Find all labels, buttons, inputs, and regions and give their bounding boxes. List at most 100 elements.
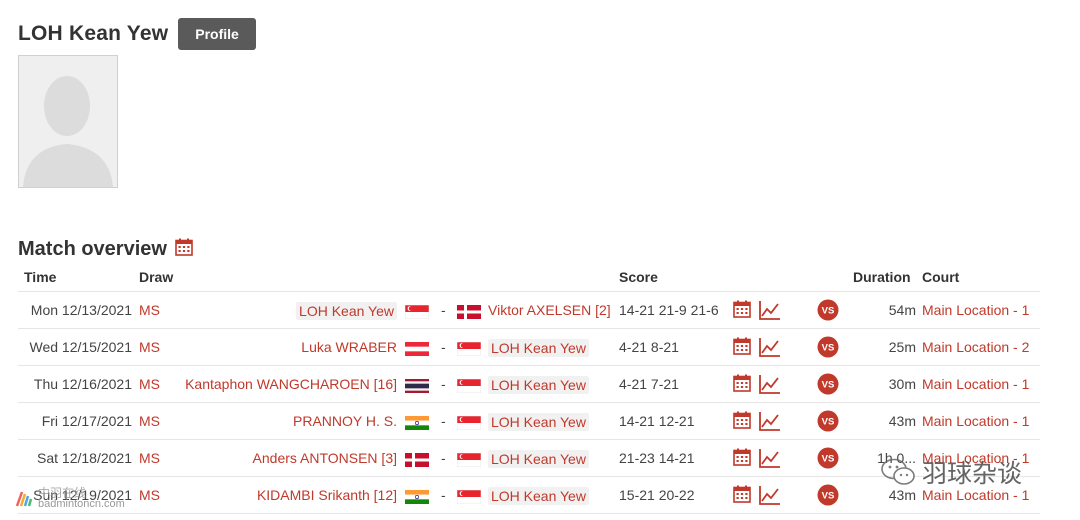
player1-link[interactable]: Anders ANTONSEN [3] [253, 450, 397, 466]
head-to-head-vs-icon[interactable]: VS [817, 447, 839, 472]
court-link[interactable]: Main Location - 2 [922, 339, 1029, 355]
calendar-icon[interactable] [733, 485, 751, 506]
table-row: Thu 12/16/2021 MS Kantaphon WANGCHAROEN [1… [18, 366, 1040, 403]
draw-link[interactable]: MS [139, 450, 160, 466]
player1-flag-icon [405, 305, 429, 319]
svg-text:VS: VS [822, 380, 835, 391]
head-to-head-vs-icon[interactable]: VS [817, 299, 839, 324]
stats-chart-icon[interactable] [759, 485, 781, 508]
player2-link[interactable]: LOH Kean Yew [488, 339, 589, 357]
match-score: 21-23 14-21 [619, 450, 695, 466]
draw-link[interactable]: MS [139, 487, 160, 503]
match-time: Thu 12/16/2021 [33, 376, 132, 392]
table-row: Fri 12/17/2021 MS PRANNOY H. S. - LOH Kean Y… [18, 403, 1040, 440]
player2-flag-icon [457, 342, 481, 356]
court-link[interactable]: Main Location - 1 [922, 302, 1029, 318]
svg-text:VS: VS [822, 491, 835, 502]
calendar-icon[interactable] [733, 374, 751, 395]
wechat-icon [881, 458, 915, 485]
versus-dash: - [441, 450, 446, 466]
match-score: 4-21 7-21 [619, 376, 679, 392]
svg-text:VS: VS [822, 417, 835, 428]
player1-link[interactable]: PRANNOY H. S. [293, 413, 397, 429]
player2-link[interactable]: LOH Kean Yew [488, 413, 589, 431]
match-time: Mon 12/13/2021 [30, 302, 132, 318]
match-duration: 54m [888, 302, 916, 318]
calendar-icon[interactable] [733, 411, 751, 432]
player1-flag-icon [405, 490, 429, 504]
profile-button[interactable]: Profile [178, 18, 256, 50]
match-overview-heading: Match overview [18, 236, 193, 262]
player1-flag-icon [405, 416, 429, 430]
player2-flag-icon [457, 379, 481, 393]
match-time: Fri 12/17/2021 [41, 413, 132, 429]
player1-link[interactable]: Kantaphon WANGCHAROEN [16] [185, 376, 397, 392]
stats-chart-icon[interactable] [759, 337, 781, 360]
stats-chart-icon[interactable] [759, 374, 781, 397]
head-to-head-vs-icon[interactable]: VS [817, 336, 839, 361]
player2-link[interactable]: LOH Kean Yew [488, 450, 589, 468]
versus-dash: - [441, 302, 446, 318]
svg-text:VS: VS [822, 306, 835, 317]
player2-link[interactable]: Viktor AXELSEN [2] [488, 302, 611, 318]
match-time: Sat 12/18/2021 [37, 450, 132, 466]
calendar-icon[interactable] [175, 238, 193, 261]
player1-link[interactable]: LOH Kean Yew [296, 302, 397, 320]
player2-flag-icon [457, 453, 481, 467]
head-to-head-vs-icon[interactable]: VS [817, 373, 839, 398]
player1-link[interactable]: Luka WRABER [301, 339, 397, 355]
court-link[interactable]: Main Location - 1 [922, 413, 1029, 429]
site-logo-icon [15, 491, 33, 507]
header-time: Time [24, 269, 57, 285]
match-score: 14-21 12-21 [619, 413, 695, 429]
match-duration: 43m [888, 413, 916, 429]
header-court: Court [922, 269, 960, 285]
versus-dash: - [441, 339, 446, 355]
avatar-silhouette-icon [19, 56, 117, 187]
match-score: 15-21 20-22 [619, 487, 695, 503]
calendar-icon[interactable] [733, 448, 751, 469]
player2-link[interactable]: LOH Kean Yew [488, 376, 589, 394]
watermark-left: 中羽在线 badmintoncn.com [14, 487, 125, 510]
watermark-left-text: 中羽在线 badmintoncn.com [38, 487, 125, 510]
player-name: LOH Kean Yew [18, 22, 169, 45]
table-row: Mon 12/13/2021 MS LOH Kean Yew - Viktor AXEL… [18, 292, 1040, 329]
watermark-text: 羽球杂谈 [922, 460, 1023, 488]
svg-text:VS: VS [822, 454, 835, 465]
draw-link[interactable]: MS [139, 413, 160, 429]
player2-flag-icon [457, 416, 481, 430]
player1-flag-icon [405, 379, 429, 393]
court-link[interactable]: Main Location - 1 [922, 376, 1029, 392]
stats-chart-icon[interactable] [759, 448, 781, 471]
section-title: Match overview [18, 237, 167, 260]
head-to-head-vs-icon[interactable]: VS [817, 484, 839, 509]
table-row: Wed 12/15/2021 MS Luka WRABER - LOH Kean Yew… [18, 329, 1040, 366]
draw-link[interactable]: MS [139, 302, 160, 318]
table-header: Time Draw Score Duration Court [18, 264, 1040, 292]
draw-link[interactable]: MS [139, 376, 160, 392]
draw-link[interactable]: MS [139, 339, 160, 355]
match-duration: 25m [888, 339, 916, 355]
player-header: LOH Kean Yew Profile [18, 18, 256, 50]
player1-flag-icon [405, 342, 429, 356]
watermark-right: 羽球杂谈 [880, 454, 1022, 490]
player2-flag-icon [457, 305, 481, 319]
match-duration: 30m [888, 376, 916, 392]
versus-dash: - [441, 487, 446, 503]
player1-link[interactable]: KIDAMBI Srikanth [12] [257, 487, 397, 503]
match-score: 4-21 8-21 [619, 339, 679, 355]
player1-flag-icon [405, 453, 429, 467]
match-score: 14-21 21-9 21-6 [619, 302, 719, 318]
player-avatar [18, 55, 118, 188]
stats-chart-icon[interactable] [759, 300, 781, 323]
head-to-head-vs-icon[interactable]: VS [817, 410, 839, 435]
header-duration: Duration [853, 269, 911, 285]
player2-link[interactable]: LOH Kean Yew [488, 487, 589, 505]
versus-dash: - [441, 376, 446, 392]
stats-chart-icon[interactable] [759, 411, 781, 434]
header-score: Score [619, 269, 658, 285]
calendar-icon[interactable] [733, 300, 751, 321]
versus-dash: - [441, 413, 446, 429]
calendar-icon[interactable] [733, 337, 751, 358]
watermark-left-url: badmintoncn.com [38, 498, 125, 510]
